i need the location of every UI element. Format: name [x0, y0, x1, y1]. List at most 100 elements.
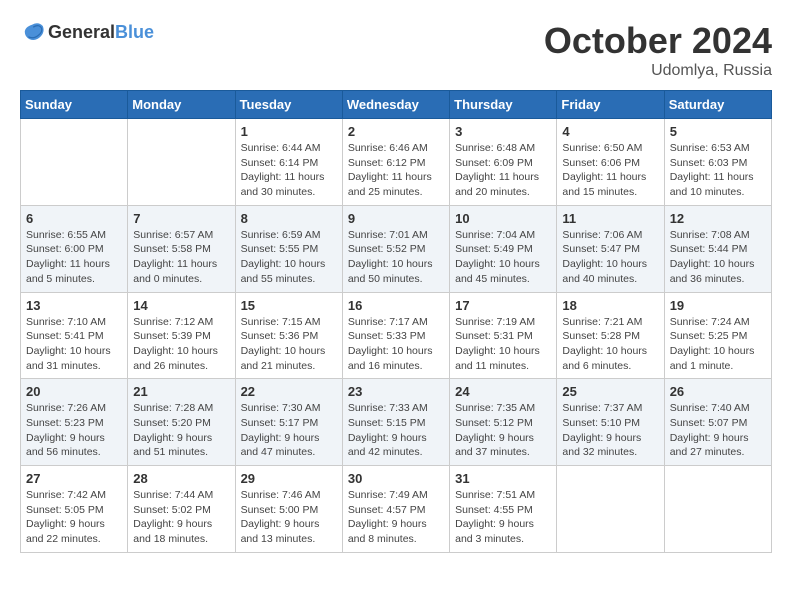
calendar-cell: 8 Sunrise: 6:59 AM Sunset: 5:55 PM Daylig… [235, 205, 342, 292]
calendar-cell: 18 Sunrise: 7:21 AM Sunset: 5:28 PM Dayli… [557, 292, 664, 379]
day-info: Sunrise: 6:53 AM Sunset: 6:03 PM Dayligh… [670, 141, 766, 200]
calendar-cell [557, 466, 664, 553]
calendar-header-wednesday: Wednesday [342, 91, 449, 119]
calendar-cell: 5 Sunrise: 6:53 AM Sunset: 6:03 PM Daylig… [664, 119, 771, 206]
day-number: 7 [133, 211, 229, 226]
day-number: 29 [241, 471, 337, 486]
calendar-header-thursday: Thursday [450, 91, 557, 119]
day-info: Sunrise: 7:35 AM Sunset: 5:12 PM Dayligh… [455, 401, 551, 460]
day-number: 28 [133, 471, 229, 486]
calendar-week-row: 20 Sunrise: 7:26 AM Sunset: 5:23 PM Dayli… [21, 379, 772, 466]
calendar-header-row: SundayMondayTuesdayWednesdayThursdayFrid… [21, 91, 772, 119]
day-number: 12 [670, 211, 766, 226]
day-number: 9 [348, 211, 444, 226]
day-number: 4 [562, 124, 658, 139]
day-number: 15 [241, 298, 337, 313]
day-info: Sunrise: 6:48 AM Sunset: 6:09 PM Dayligh… [455, 141, 551, 200]
day-info: Sunrise: 7:42 AM Sunset: 5:05 PM Dayligh… [26, 488, 122, 547]
logo-general-text: General [48, 22, 115, 42]
calendar-table: SundayMondayTuesdayWednesdayThursdayFrid… [20, 90, 772, 553]
day-number: 18 [562, 298, 658, 313]
day-info: Sunrise: 7:04 AM Sunset: 5:49 PM Dayligh… [455, 228, 551, 287]
calendar-cell: 13 Sunrise: 7:10 AM Sunset: 5:41 PM Dayli… [21, 292, 128, 379]
day-number: 14 [133, 298, 229, 313]
day-number: 11 [562, 211, 658, 226]
logo-blue-text: Blue [115, 22, 154, 42]
day-info: Sunrise: 7:44 AM Sunset: 5:02 PM Dayligh… [133, 488, 229, 547]
day-info: Sunrise: 6:55 AM Sunset: 6:00 PM Dayligh… [26, 228, 122, 287]
day-info: Sunrise: 7:24 AM Sunset: 5:25 PM Dayligh… [670, 315, 766, 374]
calendar-week-row: 6 Sunrise: 6:55 AM Sunset: 6:00 PM Daylig… [21, 205, 772, 292]
day-number: 10 [455, 211, 551, 226]
day-number: 6 [26, 211, 122, 226]
day-number: 17 [455, 298, 551, 313]
day-number: 5 [670, 124, 766, 139]
calendar-cell: 15 Sunrise: 7:15 AM Sunset: 5:36 PM Dayli… [235, 292, 342, 379]
calendar-cell [21, 119, 128, 206]
day-number: 21 [133, 384, 229, 399]
calendar-cell [664, 466, 771, 553]
calendar-cell: 23 Sunrise: 7:33 AM Sunset: 5:15 PM Dayli… [342, 379, 449, 466]
calendar-cell: 31 Sunrise: 7:51 AM Sunset: 4:55 PM Dayli… [450, 466, 557, 553]
day-info: Sunrise: 7:01 AM Sunset: 5:52 PM Dayligh… [348, 228, 444, 287]
calendar-cell: 3Sunrise: 6:48 AM Sunset: 6:09 PM Daylig… [450, 119, 557, 206]
day-info: Sunrise: 7:21 AM Sunset: 5:28 PM Dayligh… [562, 315, 658, 374]
day-number: 22 [241, 384, 337, 399]
day-info: Sunrise: 7:40 AM Sunset: 5:07 PM Dayligh… [670, 401, 766, 460]
month-title: October 2024 [544, 20, 772, 62]
calendar-cell: 9 Sunrise: 7:01 AM Sunset: 5:52 PM Daylig… [342, 205, 449, 292]
day-info: Sunrise: 7:49 AM Sunset: 4:57 PM Dayligh… [348, 488, 444, 547]
day-number: 1 [241, 124, 337, 139]
day-number: 26 [670, 384, 766, 399]
day-number: 23 [348, 384, 444, 399]
day-info: Sunrise: 7:10 AM Sunset: 5:41 PM Dayligh… [26, 315, 122, 374]
calendar-header-monday: Monday [128, 91, 235, 119]
calendar-cell: 22 Sunrise: 7:30 AM Sunset: 5:17 PM Dayli… [235, 379, 342, 466]
day-info: Sunrise: 7:08 AM Sunset: 5:44 PM Dayligh… [670, 228, 766, 287]
calendar-cell: 10 Sunrise: 7:04 AM Sunset: 5:49 PM Dayli… [450, 205, 557, 292]
calendar-cell: 6 Sunrise: 6:55 AM Sunset: 6:00 PM Daylig… [21, 205, 128, 292]
day-info: Sunrise: 7:33 AM Sunset: 5:15 PM Dayligh… [348, 401, 444, 460]
calendar-cell: 21 Sunrise: 7:28 AM Sunset: 5:20 PM Dayli… [128, 379, 235, 466]
calendar-cell: 19 Sunrise: 7:24 AM Sunset: 5:25 PM Dayli… [664, 292, 771, 379]
day-number: 25 [562, 384, 658, 399]
day-number: 13 [26, 298, 122, 313]
calendar-cell: 12 Sunrise: 7:08 AM Sunset: 5:44 PM Dayli… [664, 205, 771, 292]
calendar-cell: 2Sunrise: 6:46 AM Sunset: 6:12 PM Daylig… [342, 119, 449, 206]
day-info: Sunrise: 7:15 AM Sunset: 5:36 PM Dayligh… [241, 315, 337, 374]
day-info: Sunrise: 7:26 AM Sunset: 5:23 PM Dayligh… [26, 401, 122, 460]
location-title: Udomlya, Russia [544, 62, 772, 80]
calendar-cell: 29Sunrise: 7:46 AM Sunset: 5:00 PM Dayli… [235, 466, 342, 553]
calendar-cell: 4 Sunrise: 6:50 AM Sunset: 6:06 PM Daylig… [557, 119, 664, 206]
logo: GeneralBlue [20, 20, 154, 44]
day-info: Sunrise: 7:51 AM Sunset: 4:55 PM Dayligh… [455, 488, 551, 547]
day-info: Sunrise: 7:30 AM Sunset: 5:17 PM Dayligh… [241, 401, 337, 460]
calendar-header-tuesday: Tuesday [235, 91, 342, 119]
calendar-header-sunday: Sunday [21, 91, 128, 119]
calendar-cell: 16Sunrise: 7:17 AM Sunset: 5:33 PM Dayli… [342, 292, 449, 379]
calendar-cell: 20 Sunrise: 7:26 AM Sunset: 5:23 PM Dayli… [21, 379, 128, 466]
calendar-cell: 30Sunrise: 7:49 AM Sunset: 4:57 PM Dayli… [342, 466, 449, 553]
day-number: 20 [26, 384, 122, 399]
calendar-cell: 11Sunrise: 7:06 AM Sunset: 5:47 PM Dayli… [557, 205, 664, 292]
calendar-cell [128, 119, 235, 206]
day-info: Sunrise: 6:50 AM Sunset: 6:06 PM Dayligh… [562, 141, 658, 200]
day-info: Sunrise: 7:12 AM Sunset: 5:39 PM Dayligh… [133, 315, 229, 374]
day-number: 31 [455, 471, 551, 486]
calendar-cell: 26 Sunrise: 7:40 AM Sunset: 5:07 PM Dayli… [664, 379, 771, 466]
day-info: Sunrise: 7:19 AM Sunset: 5:31 PM Dayligh… [455, 315, 551, 374]
day-info: Sunrise: 6:57 AM Sunset: 5:58 PM Dayligh… [133, 228, 229, 287]
calendar-week-row: 13 Sunrise: 7:10 AM Sunset: 5:41 PM Dayli… [21, 292, 772, 379]
day-number: 27 [26, 471, 122, 486]
day-info: Sunrise: 7:28 AM Sunset: 5:20 PM Dayligh… [133, 401, 229, 460]
day-number: 19 [670, 298, 766, 313]
day-info: Sunrise: 6:59 AM Sunset: 5:55 PM Dayligh… [241, 228, 337, 287]
day-number: 8 [241, 211, 337, 226]
calendar-cell: 7 Sunrise: 6:57 AM Sunset: 5:58 PM Daylig… [128, 205, 235, 292]
calendar-cell: 24 Sunrise: 7:35 AM Sunset: 5:12 PM Dayli… [450, 379, 557, 466]
logo-icon [20, 20, 44, 44]
calendar-header-saturday: Saturday [664, 91, 771, 119]
calendar-cell: 25Sunrise: 7:37 AM Sunset: 5:10 PM Dayli… [557, 379, 664, 466]
calendar-week-row: 27 Sunrise: 7:42 AM Sunset: 5:05 PM Dayli… [21, 466, 772, 553]
day-number: 24 [455, 384, 551, 399]
